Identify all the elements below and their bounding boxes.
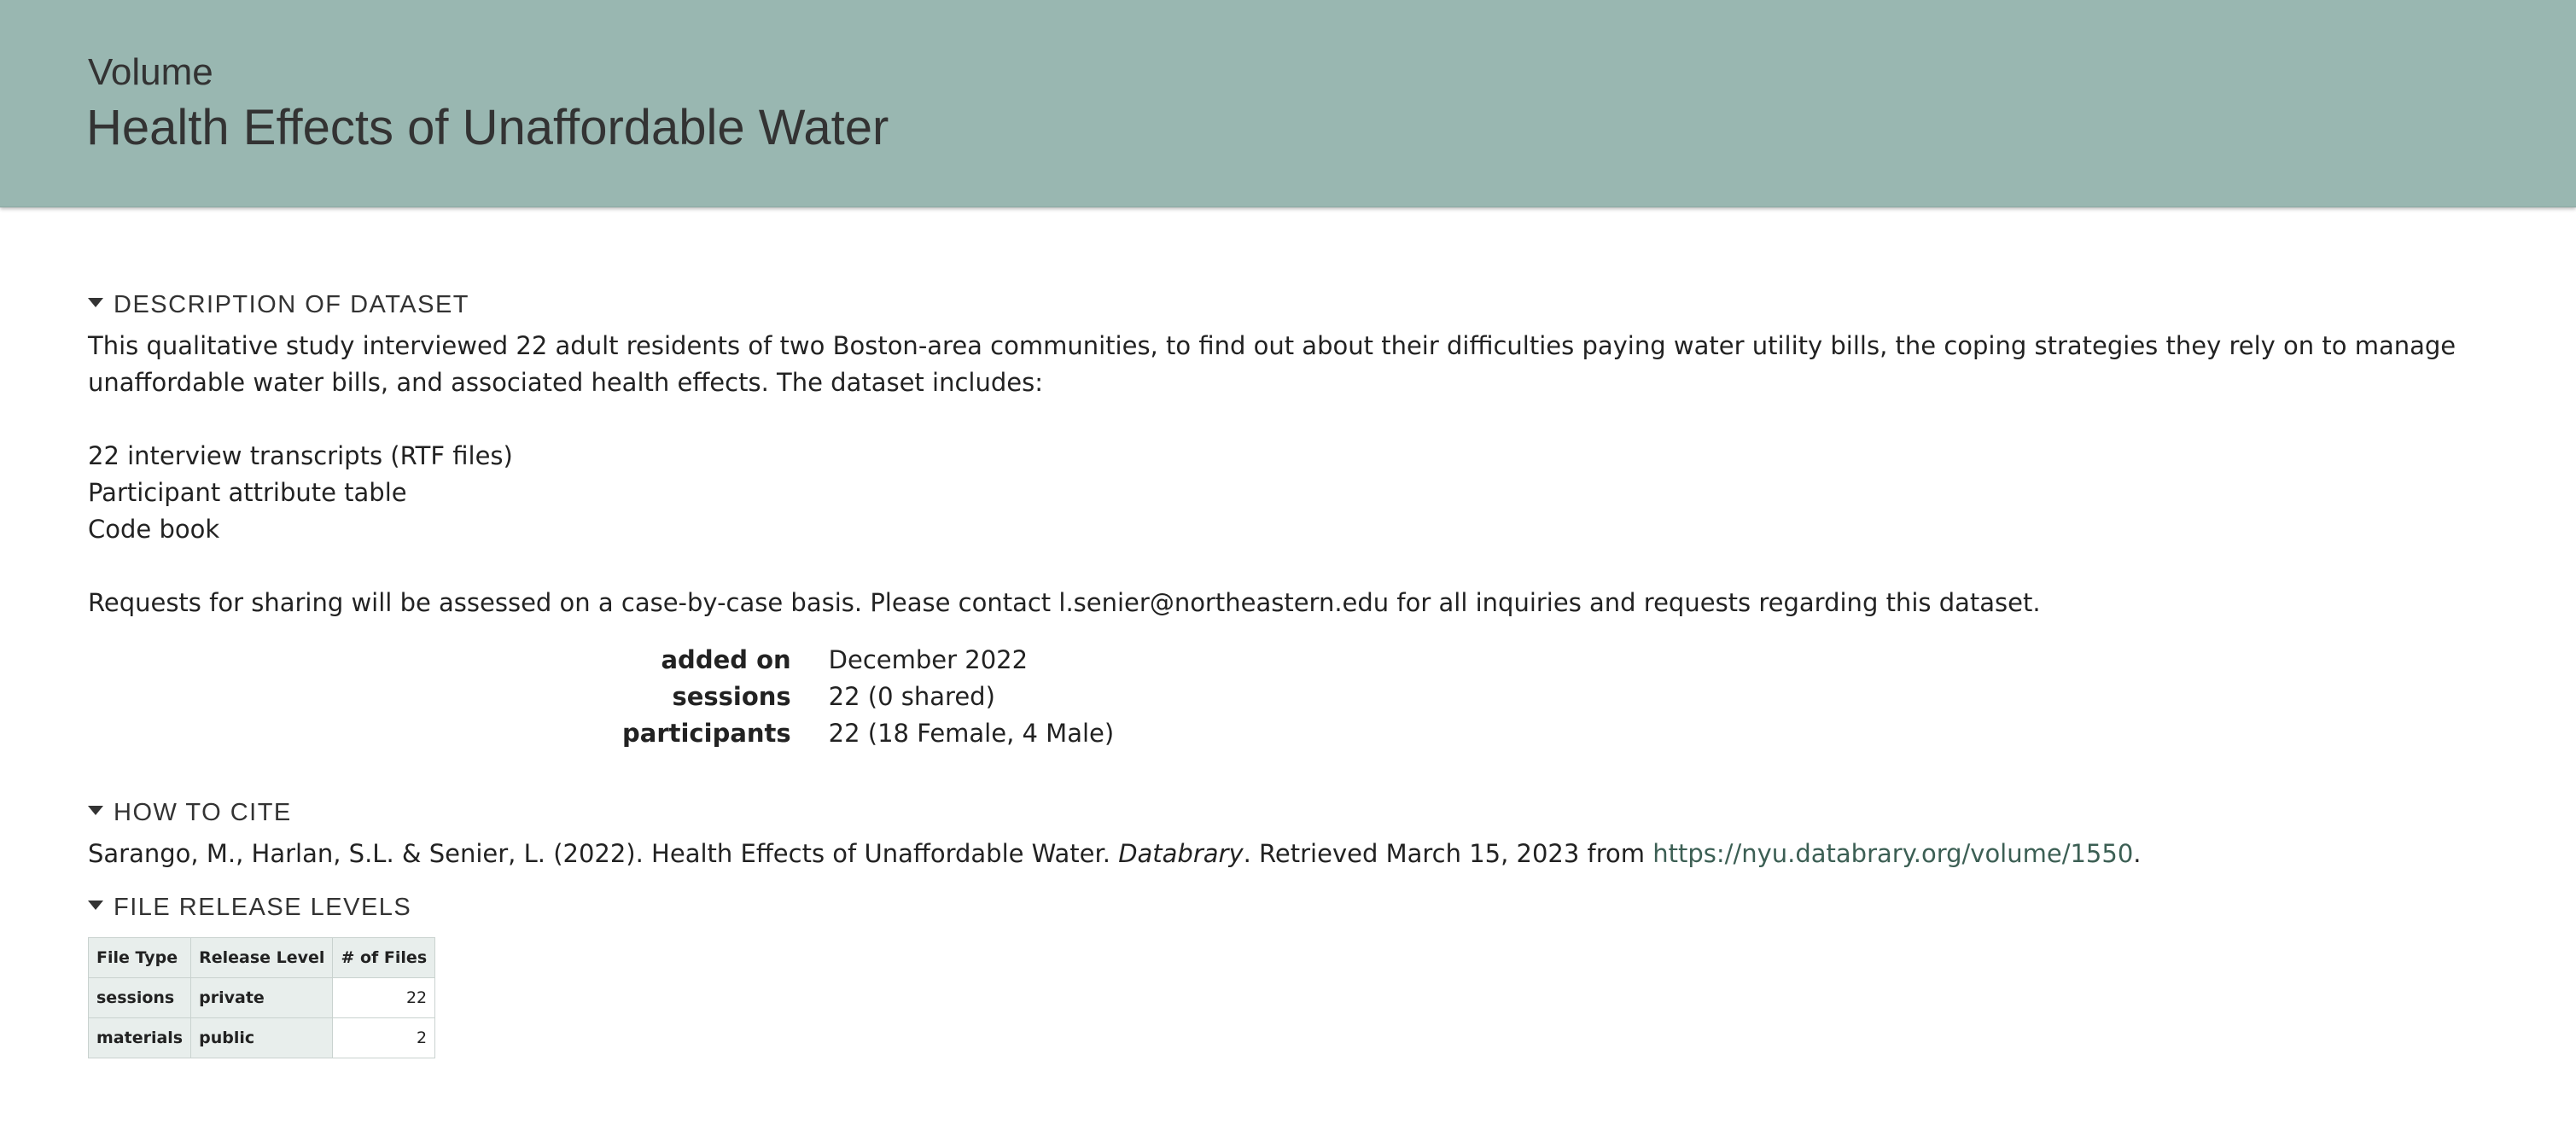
caret-down-icon: [88, 900, 103, 910]
volume-title: Health Effects of Unaffordable Water: [86, 100, 889, 155]
meta-value: 22 (0 shared): [828, 682, 995, 711]
meta-key: sessions: [672, 682, 791, 711]
table-row: materials public 2: [87, 1017, 436, 1058]
citation-retrieved: . Retrieved March 15, 2023 from: [1243, 839, 1646, 868]
table-header-row: File Type Release Level # of Files: [87, 937, 436, 978]
meta-key: added on: [661, 645, 791, 674]
meta-row: participants 22 (18 Female, 4 Male): [622, 715, 1114, 752]
column-header: # of Files: [332, 937, 436, 978]
caret-down-icon: [88, 805, 103, 815]
volume-header: Volume Health Effects of Unaffordable Wa…: [0, 0, 2576, 207]
citation-end: .: [2133, 839, 2142, 868]
citation-url-link[interactable]: https://nyu.databrary.org/volume/1550: [1652, 839, 2133, 868]
dataset-item: Code book: [88, 515, 220, 544]
file-release-section-toggle[interactable]: FILE RELEASE LEVELS: [88, 884, 2546, 930]
meta-row: added on December 2022: [622, 642, 1114, 679]
column-header: File Type: [87, 937, 192, 978]
description-section-toggle[interactable]: DESCRIPTION OF DATASET: [88, 282, 2546, 328]
file-count-cell: 22: [332, 977, 436, 1018]
description-paragraph: This qualitative study interviewed 22 ad…: [88, 331, 2457, 397]
file-type-cell: materials: [87, 1017, 192, 1058]
meta-value: 22 (18 Female, 4 Male): [828, 719, 1115, 748]
citation-authors: Sarango, M., Harlan, S.L. & Senier, L. (…: [88, 839, 1110, 868]
release-level-cell: public: [190, 1017, 334, 1058]
release-level-cell: private: [190, 977, 334, 1018]
meta-key: participants: [622, 719, 791, 748]
dataset-item: 22 interview transcripts (RTF files): [88, 441, 513, 470]
description-section-label: DESCRIPTION OF DATASET: [114, 290, 470, 318]
volume-type-label: Volume: [88, 51, 213, 93]
volume-metadata: added on December 2022 sessions 22 (0 sh…: [622, 642, 1114, 752]
main-content: DESCRIPTION OF DATASET This qualitative …: [87, 282, 2546, 1058]
citation-source: Databrary: [1118, 839, 1244, 868]
cite-section-label: HOW TO CITE: [114, 798, 292, 826]
table-row: sessions private 22: [87, 977, 436, 1018]
caret-down-icon: [88, 297, 103, 307]
column-header: Release Level: [190, 937, 334, 978]
file-release-section-label: FILE RELEASE LEVELS: [114, 893, 412, 921]
meta-value: December 2022: [828, 645, 1029, 674]
sharing-paragraph: Requests for sharing will be assessed on…: [88, 588, 2041, 617]
meta-row: sessions 22 (0 shared): [622, 679, 1114, 715]
cite-section-toggle[interactable]: HOW TO CITE: [88, 790, 2546, 836]
dataset-item: Participant attribute table: [88, 478, 407, 507]
citation-text: Sarango, M., Harlan, S.L. & Senier, L. (…: [88, 836, 2546, 872]
file-count-cell: 2: [332, 1017, 436, 1058]
file-type-cell: sessions: [87, 977, 192, 1018]
description-body: This qualitative study interviewed 22 ad…: [88, 328, 2546, 621]
file-release-table: File Type Release Level # of Files sessi…: [87, 937, 436, 1058]
